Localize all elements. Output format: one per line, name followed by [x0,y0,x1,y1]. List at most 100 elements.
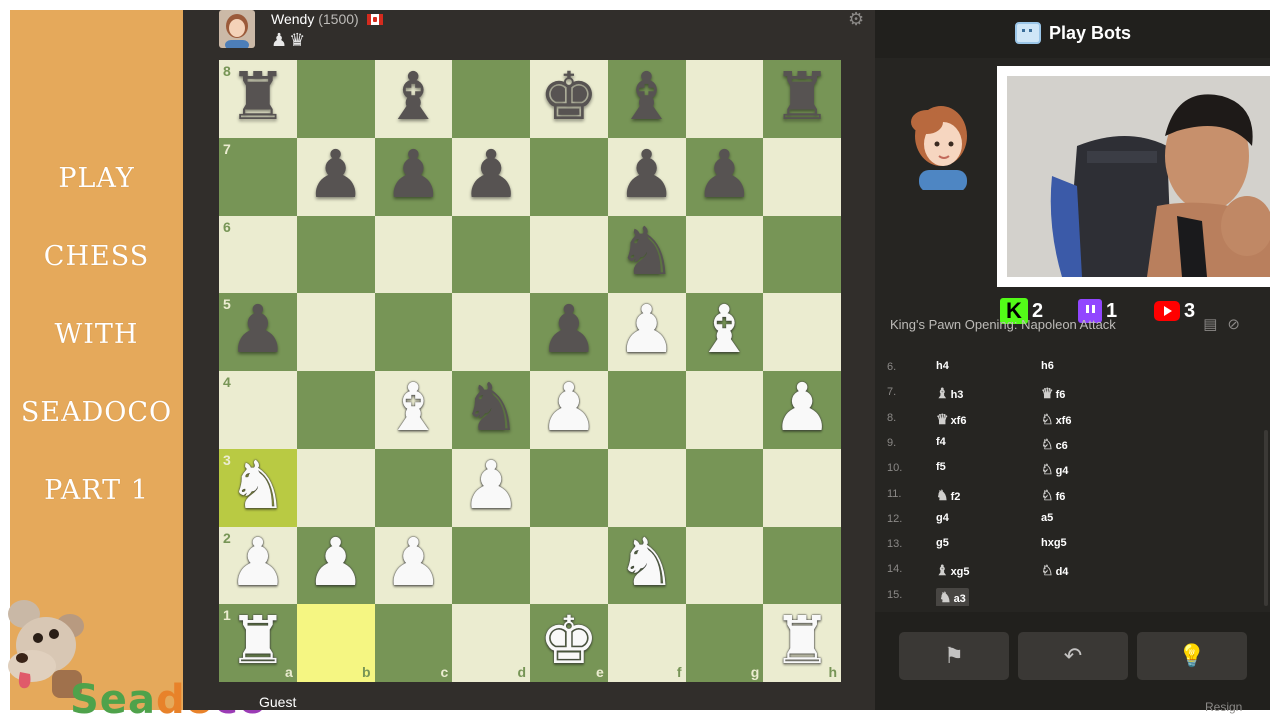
black-bishop-piece[interactable]: ♝ [384,63,443,130]
square-e3[interactable] [530,448,608,527]
white-move[interactable]: f5 [936,461,946,473]
square-b4[interactable] [296,371,375,449]
square-g6[interactable] [685,215,764,294]
square-g8[interactable] [685,60,764,138]
square-b5[interactable] [296,293,375,371]
white-move[interactable]: ♝ xg5 [936,562,970,579]
square-h8[interactable]: ♜ [763,60,841,138]
square-a4[interactable]: 4 [219,371,297,449]
square-d6[interactable] [452,215,530,294]
square-h2[interactable] [763,526,841,605]
white-move[interactable]: ♞ a3 [936,587,969,606]
square-b1[interactable]: b [296,604,375,682]
black-move[interactable]: ♘ f6 [1041,487,1065,504]
square-e8[interactable]: ♚ [530,60,608,138]
black-bishop-piece[interactable]: ♝ [617,63,676,130]
black-pawn-piece[interactable]: ♟ [462,141,521,208]
square-h5[interactable] [763,293,841,371]
square-f7[interactable]: ♟ [607,137,686,216]
square-a5[interactable]: 5 ♟ [219,293,297,371]
square-d8[interactable] [452,60,530,138]
white-knight-piece[interactable]: ♞ [617,530,676,596]
black-move[interactable]: ♘ g4 [1041,461,1068,478]
square-e4[interactable]: ♟ [530,371,608,449]
square-e5[interactable]: ♟ [530,293,608,371]
black-pawn-piece[interactable]: ♟ [539,297,598,363]
square-c1[interactable]: c [374,604,453,682]
settings-gear-icon[interactable]: ⚙ [848,9,864,30]
black-move[interactable]: hxg5 [1041,537,1067,549]
hint-button[interactable]: 💡 [1137,632,1247,680]
square-b6[interactable] [296,215,375,294]
square-a8[interactable]: 8 ♜ [219,60,297,138]
square-g4[interactable] [685,371,764,449]
square-a7[interactable]: 7 [219,137,297,216]
black-knight-piece[interactable]: ♞ [462,374,521,441]
square-a2[interactable]: 2 ♟ [219,526,297,605]
square-b8[interactable] [296,60,375,138]
black-rook-piece[interactable]: ♜ [773,63,832,130]
white-pawn-piece[interactable]: ♟ [617,297,676,363]
square-d2[interactable] [452,526,530,605]
square-b2[interactable]: ♟ [296,526,375,605]
black-knight-piece[interactable]: ♞ [617,219,676,285]
square-f4[interactable] [607,371,686,449]
black-pawn-piece[interactable]: ♟ [228,297,287,363]
bot-avatar-image[interactable] [905,100,975,190]
white-move[interactable]: h4 [936,360,949,372]
square-c3[interactable] [374,448,453,527]
square-a6[interactable]: 6 [219,215,297,294]
square-c6[interactable] [374,215,453,294]
square-c4[interactable]: ♝ [374,371,453,449]
square-f3[interactable] [607,448,686,527]
square-g5[interactable]: ♝ [685,293,764,371]
square-b3[interactable] [296,448,375,527]
black-move[interactable]: ♘ d4 [1041,562,1068,579]
chess-board[interactable]: 8 ♜ ♝ ♚ ♝ ♜ 7 ♟ ♟ ♟ ♟ ♟ 6 ♞ 5 ♟ ♟ ♟ ♝ 4 ♝ ♞ ♟ ♟ 3 ♞ ♟ 2 ♟ ♟ ♟ ♞ 1 a ♜ b c d e ♚… [219,60,841,682]
white-pawn-piece[interactable]: ♟ [384,530,443,596]
square-f2[interactable]: ♞ [607,526,686,605]
square-c2[interactable]: ♟ [374,526,453,605]
square-g2[interactable] [685,526,764,605]
white-pawn-piece[interactable]: ♟ [773,374,832,441]
black-pawn-piece[interactable]: ♟ [306,141,365,208]
square-d1[interactable]: d [452,604,530,682]
white-bishop-piece[interactable]: ♝ [384,374,443,441]
opponent-avatar[interactable] [219,10,255,48]
square-h3[interactable] [763,448,841,527]
square-g1[interactable]: g [685,604,764,682]
black-move[interactable]: ♘ c6 [1041,436,1068,453]
white-move[interactable]: ♛ xf6 [936,411,966,428]
square-e7[interactable] [530,137,608,216]
square-a1[interactable]: 1 a ♜ [219,604,297,682]
square-b7[interactable]: ♟ [296,137,375,216]
book-icon[interactable]: ▤ [1203,316,1227,333]
white-move[interactable]: g4 [936,512,949,524]
square-g7[interactable]: ♟ [685,137,764,216]
white-pawn-piece[interactable]: ♟ [306,530,365,596]
white-move[interactable]: ♞ f2 [936,487,960,504]
black-pawn-piece[interactable]: ♟ [384,141,443,208]
white-bishop-piece[interactable]: ♝ [695,297,754,363]
black-move[interactable]: ♘ xf6 [1041,411,1071,428]
square-e1[interactable]: e ♚ [530,604,608,682]
resign-link[interactable]: Resign [1205,700,1242,714]
square-h4[interactable]: ♟ [763,371,841,449]
resign-flag-button[interactable]: ⚑ [899,632,1009,680]
white-rook-piece[interactable]: ♜ [228,608,287,674]
square-f1[interactable]: f [607,604,686,682]
black-move[interactable]: h6 [1041,360,1054,372]
white-knight-piece[interactable]: ♞ [228,452,287,519]
black-move[interactable]: ♛ f6 [1041,385,1065,402]
white-king-piece[interactable]: ♚ [539,608,598,674]
white-rook-piece[interactable]: ♜ [773,608,832,674]
square-f8[interactable]: ♝ [607,60,686,138]
square-h6[interactable] [763,215,841,294]
square-h1[interactable]: h ♜ [763,604,841,682]
square-e2[interactable] [530,526,608,605]
compass-icon[interactable]: ⊘ [1227,316,1250,333]
square-c5[interactable] [374,293,453,371]
move-list-scrollbar[interactable] [1264,430,1268,606]
black-king-piece[interactable]: ♚ [539,63,598,130]
square-d3[interactable]: ♟ [452,448,530,527]
